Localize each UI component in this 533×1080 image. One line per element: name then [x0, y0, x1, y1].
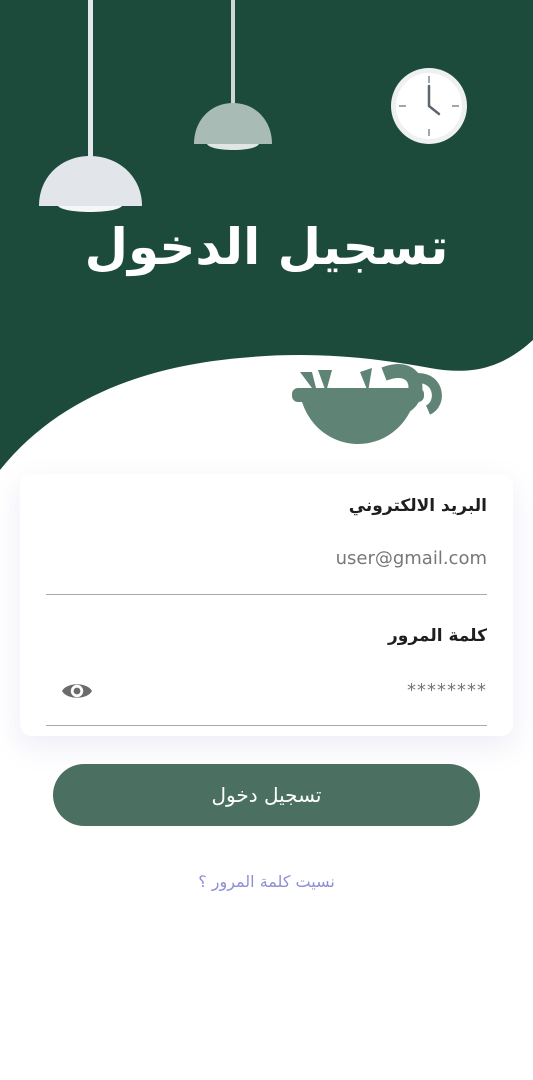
password-field-underline: [46, 725, 487, 726]
forgot-password-link[interactable]: نسيت كلمة المرور ؟: [0, 872, 533, 891]
login-button[interactable]: تسجيل دخول: [53, 764, 480, 826]
email-field-underline: [46, 594, 487, 595]
login-form-card: البريد الالكتروني user@gmail.com كلمة ال…: [20, 474, 513, 736]
password-field[interactable]: ********: [407, 680, 487, 701]
plant-pot-icon: [292, 364, 442, 444]
password-label: كلمة المرور: [388, 626, 487, 646]
eye-icon[interactable]: [60, 678, 94, 704]
email-label: البريد الالكتروني: [348, 496, 487, 516]
email-field[interactable]: user@gmail.com: [336, 548, 487, 569]
page-title: تسجيل الدخول: [84, 218, 449, 276]
clock-icon: [391, 68, 467, 144]
